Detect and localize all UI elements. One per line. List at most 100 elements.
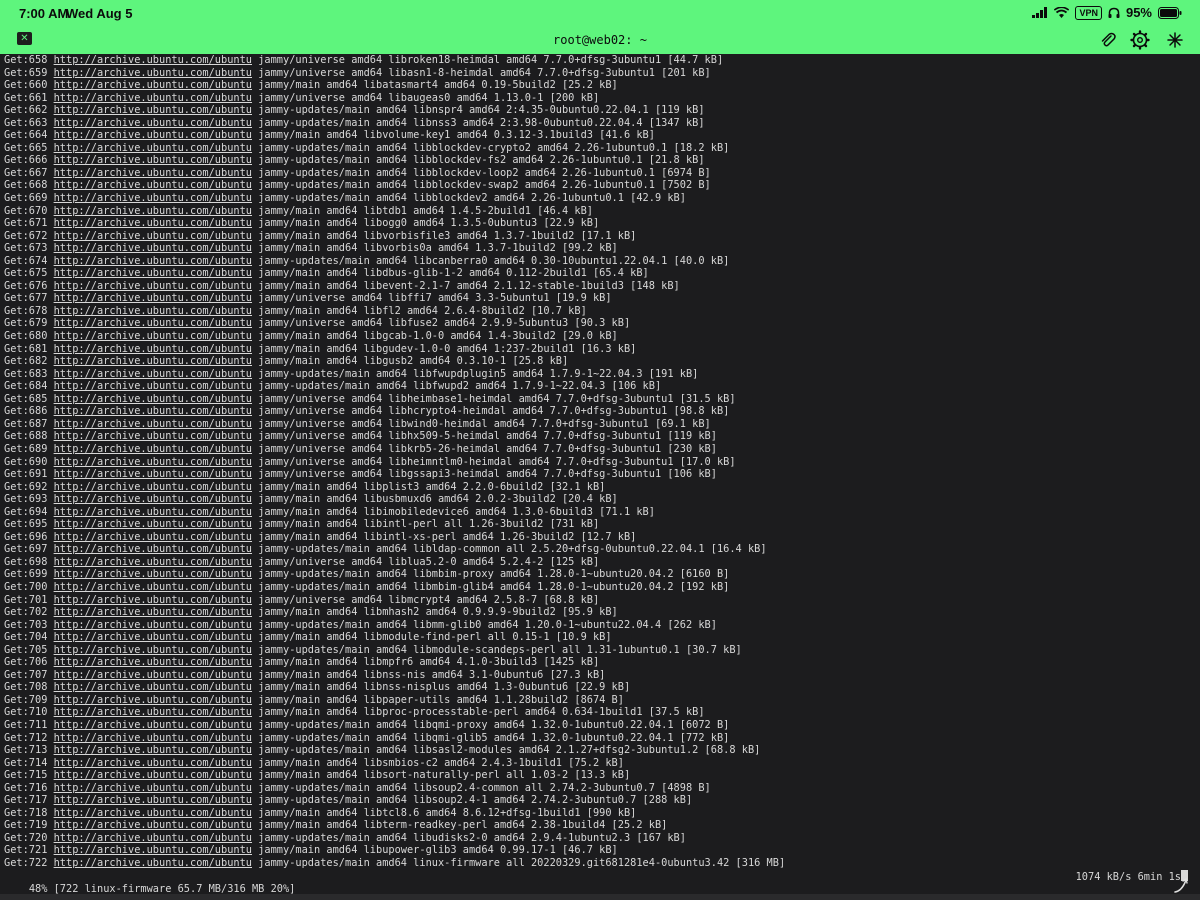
repo-url-link[interactable]: http://archive.ubuntu.com/ubuntu — [54, 782, 252, 794]
repo-url-link[interactable]: http://archive.ubuntu.com/ubuntu — [54, 230, 252, 242]
terminal-line: Get:663 http://archive.ubuntu.com/ubuntu… — [4, 117, 1200, 130]
repo-url-link[interactable]: http://archive.ubuntu.com/ubuntu — [54, 594, 252, 606]
apt-progress-line: 48% [722 linux-firmware 65.7 MB/316 MB 2… — [4, 870, 1188, 895]
repo-url-link[interactable]: http://archive.ubuntu.com/ubuntu — [54, 330, 252, 342]
line-details: jammy/universe amd64 libwind0-heimdal am… — [258, 417, 711, 430]
repo-url-link[interactable]: http://archive.ubuntu.com/ubuntu — [54, 343, 252, 355]
repo-url-link[interactable]: http://archive.ubuntu.com/ubuntu — [54, 706, 252, 718]
repo-url-link[interactable]: http://archive.ubuntu.com/ubuntu — [54, 242, 252, 254]
status-date: Wed Aug 5 — [66, 6, 133, 21]
repo-url-link[interactable]: http://archive.ubuntu.com/ubuntu — [54, 619, 252, 631]
line-prefix: Get:721 — [4, 844, 48, 857]
terminal-line: Get:711 http://archive.ubuntu.com/ubuntu… — [4, 719, 1200, 732]
repo-url-link[interactable]: http://archive.ubuntu.com/ubuntu — [54, 518, 252, 530]
terminal-line: Get:719 http://archive.ubuntu.com/ubuntu… — [4, 819, 1200, 832]
repo-url-link[interactable]: http://archive.ubuntu.com/ubuntu — [54, 393, 252, 405]
repo-url-link[interactable]: http://archive.ubuntu.com/ubuntu — [54, 129, 252, 141]
repo-url-link[interactable]: http://archive.ubuntu.com/ubuntu — [54, 757, 252, 769]
repo-url-link[interactable]: http://archive.ubuntu.com/ubuntu — [54, 506, 252, 518]
repo-url-link[interactable]: http://archive.ubuntu.com/ubuntu — [54, 92, 252, 104]
repo-url-link[interactable]: http://archive.ubuntu.com/ubuntu — [54, 468, 252, 480]
line-details: jammy/main amd64 libgusb2 amd64 0.3.10-1… — [258, 355, 569, 368]
battery-icon — [1158, 6, 1182, 19]
repo-url-link[interactable]: http://archive.ubuntu.com/ubuntu — [54, 531, 252, 543]
line-details: jammy-updates/main amd64 libudisks2-0 am… — [258, 831, 686, 844]
paperclip-icon[interactable] — [1098, 30, 1118, 50]
terminal-line: Get:691 http://archive.ubuntu.com/ubuntu… — [4, 468, 1200, 481]
repo-url-link[interactable]: http://archive.ubuntu.com/ubuntu — [54, 267, 252, 279]
repo-url-link[interactable]: http://archive.ubuntu.com/ubuntu — [54, 493, 252, 505]
repo-url-link[interactable]: http://archive.ubuntu.com/ubuntu — [54, 280, 252, 292]
ios-status-bar: 7:00 AM Wed Aug 5 VPN 95% — [0, 0, 1200, 28]
repo-url-link[interactable]: http://archive.ubuntu.com/ubuntu — [54, 355, 252, 367]
repo-url-link[interactable]: http://archive.ubuntu.com/ubuntu — [54, 556, 252, 568]
repo-url-link[interactable]: http://archive.ubuntu.com/ubuntu — [54, 568, 252, 580]
repo-url-link[interactable]: http://archive.ubuntu.com/ubuntu — [54, 857, 252, 869]
repo-url-link[interactable]: http://archive.ubuntu.com/ubuntu — [54, 769, 252, 781]
repo-url-link[interactable]: http://archive.ubuntu.com/ubuntu — [54, 456, 252, 468]
line-prefix: Get:677 — [4, 292, 48, 305]
repo-url-link[interactable]: http://archive.ubuntu.com/ubuntu — [54, 305, 252, 317]
repo-url-link[interactable]: http://archive.ubuntu.com/ubuntu — [54, 656, 252, 668]
line-prefix: Get:681 — [4, 342, 48, 355]
line-prefix: Get:691 — [4, 468, 48, 481]
repo-url-link[interactable]: http://archive.ubuntu.com/ubuntu — [54, 54, 252, 66]
line-details: jammy/main amd64 libmhash2 amd64 0.9.9.9… — [258, 606, 618, 619]
terminal-output[interactable]: Get:658 http://archive.ubuntu.com/ubuntu… — [0, 54, 1200, 900]
repo-url-link[interactable]: http://archive.ubuntu.com/ubuntu — [54, 543, 252, 555]
repo-url-link[interactable]: http://archive.ubuntu.com/ubuntu — [54, 154, 252, 166]
repo-url-link[interactable]: http://archive.ubuntu.com/ubuntu — [54, 644, 252, 656]
line-details: jammy-updates/main amd64 libqmi-glib5 am… — [258, 731, 730, 744]
repo-url-link[interactable]: http://archive.ubuntu.com/ubuntu — [54, 844, 252, 856]
line-details: jammy-updates/main amd64 libnss3 amd64 2… — [258, 116, 705, 129]
repo-url-link[interactable]: http://archive.ubuntu.com/ubuntu — [54, 819, 252, 831]
repo-url-link[interactable]: http://archive.ubuntu.com/ubuntu — [54, 79, 252, 91]
repo-url-link[interactable]: http://archive.ubuntu.com/ubuntu — [54, 142, 252, 154]
terminal-line: Get:690 http://archive.ubuntu.com/ubuntu… — [4, 456, 1200, 469]
repo-url-link[interactable]: http://archive.ubuntu.com/ubuntu — [54, 217, 252, 229]
repo-url-link[interactable]: http://archive.ubuntu.com/ubuntu — [54, 694, 252, 706]
repo-url-link[interactable]: http://archive.ubuntu.com/ubuntu — [54, 255, 252, 267]
window-title: root@web02: ~ — [553, 33, 647, 47]
repo-url-link[interactable]: http://archive.ubuntu.com/ubuntu — [54, 405, 252, 417]
repo-url-link[interactable]: http://archive.ubuntu.com/ubuntu — [54, 669, 252, 681]
repo-url-link[interactable]: http://archive.ubuntu.com/ubuntu — [54, 430, 252, 442]
repo-url-link[interactable]: http://archive.ubuntu.com/ubuntu — [54, 631, 252, 643]
repo-url-link[interactable]: http://archive.ubuntu.com/ubuntu — [54, 581, 252, 593]
line-prefix: Get:694 — [4, 505, 48, 518]
repo-url-link[interactable]: http://archive.ubuntu.com/ubuntu — [54, 67, 252, 79]
repo-url-link[interactable]: http://archive.ubuntu.com/ubuntu — [54, 418, 252, 430]
repo-url-link[interactable]: http://archive.ubuntu.com/ubuntu — [54, 117, 252, 129]
repo-url-link[interactable]: http://archive.ubuntu.com/ubuntu — [54, 744, 252, 756]
line-details: jammy-updates/main amd64 libfwupd2 amd64… — [258, 380, 662, 393]
repo-url-link[interactable]: http://archive.ubuntu.com/ubuntu — [54, 192, 252, 204]
more-icon[interactable] — [1165, 30, 1185, 50]
line-details: jammy/universe amd64 libkrb5-26-heimdal … — [258, 442, 717, 455]
terminal-line: Get:720 http://archive.ubuntu.com/ubuntu… — [4, 832, 1200, 845]
repo-url-link[interactable]: http://archive.ubuntu.com/ubuntu — [54, 380, 252, 392]
repo-url-link[interactable]: http://archive.ubuntu.com/ubuntu — [54, 317, 252, 329]
repo-url-link[interactable]: http://archive.ubuntu.com/ubuntu — [54, 292, 252, 304]
repo-url-link[interactable]: http://archive.ubuntu.com/ubuntu — [54, 732, 252, 744]
repo-url-link[interactable]: http://archive.ubuntu.com/ubuntu — [54, 167, 252, 179]
gear-icon[interactable] — [1130, 30, 1150, 50]
line-details: jammy/main amd64 libterm-readkey-perl am… — [258, 819, 668, 832]
repo-url-link[interactable]: http://archive.ubuntu.com/ubuntu — [54, 104, 252, 116]
repo-url-link[interactable]: http://archive.ubuntu.com/ubuntu — [54, 606, 252, 618]
repo-url-link[interactable]: http://archive.ubuntu.com/ubuntu — [54, 205, 252, 217]
terminal-line: Get:682 http://archive.ubuntu.com/ubuntu… — [4, 355, 1200, 368]
repo-url-link[interactable]: http://archive.ubuntu.com/ubuntu — [54, 443, 252, 455]
line-details: jammy/main amd64 libtdb1 amd64 1.4.5-2bu… — [258, 204, 593, 217]
repo-url-link[interactable]: http://archive.ubuntu.com/ubuntu — [54, 832, 252, 844]
line-prefix: Get:716 — [4, 781, 48, 794]
resize-handle-icon[interactable] — [1172, 876, 1190, 894]
repo-url-link[interactable]: http://archive.ubuntu.com/ubuntu — [54, 179, 252, 191]
repo-url-link[interactable]: http://archive.ubuntu.com/ubuntu — [54, 481, 252, 493]
line-details: jammy/main amd64 libnss-nisplus amd64 1.… — [258, 681, 631, 694]
repo-url-link[interactable]: http://archive.ubuntu.com/ubuntu — [54, 681, 252, 693]
vpn-badge: VPN — [1075, 5, 1102, 20]
repo-url-link[interactable]: http://archive.ubuntu.com/ubuntu — [54, 719, 252, 731]
repo-url-link[interactable]: http://archive.ubuntu.com/ubuntu — [54, 368, 252, 380]
repo-url-link[interactable]: http://archive.ubuntu.com/ubuntu — [54, 807, 252, 819]
repo-url-link[interactable]: http://archive.ubuntu.com/ubuntu — [54, 794, 252, 806]
